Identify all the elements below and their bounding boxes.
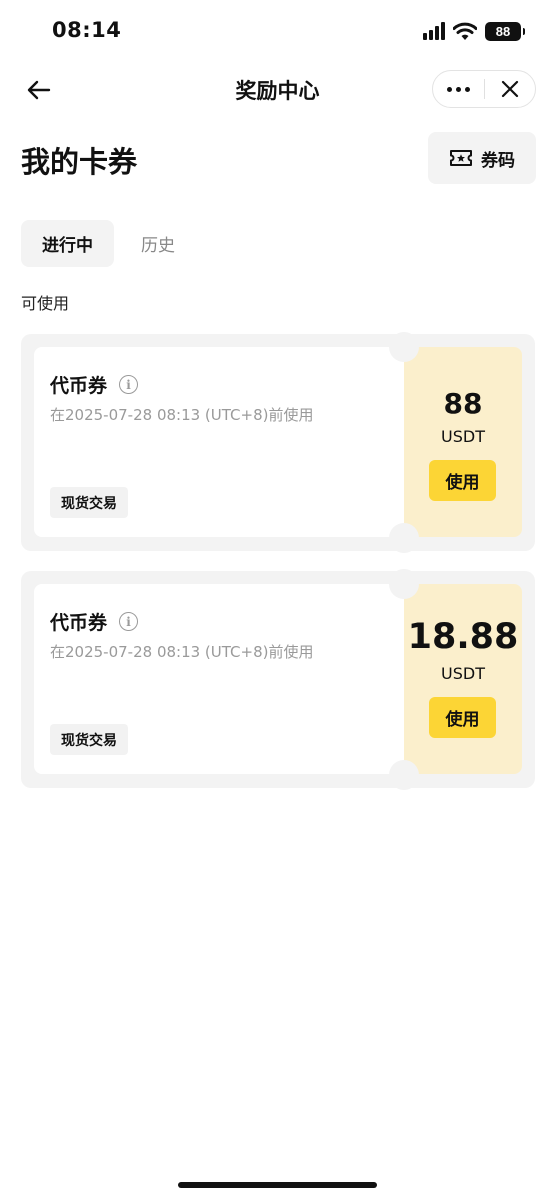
close-button[interactable]	[484, 71, 535, 107]
coupon-details: 代币券 i 在2025-07-28 08:13 (UTC+8)前使用 现货交易	[34, 347, 404, 537]
tab-history[interactable]: 历史	[126, 220, 190, 267]
status-time: 08:14	[52, 18, 122, 42]
coupon-unit: USDT	[441, 427, 485, 446]
coupon-unit: USDT	[441, 664, 485, 683]
signal-icon	[423, 22, 445, 40]
coupon-card: 代币券 i 在2025-07-28 08:13 (UTC+8)前使用 现货交易 …	[21, 332, 535, 553]
mini-program-capsule	[432, 70, 536, 108]
status-bar: 08:14 88	[0, 0, 555, 64]
coupon-tag: 现货交易	[50, 724, 128, 755]
coupon-code-label: 券码	[481, 150, 515, 171]
battery-icon: 88	[485, 21, 525, 41]
coupon-code-button[interactable]: 券码	[428, 132, 536, 184]
info-icon[interactable]: i	[119, 612, 139, 631]
ticket-icon	[450, 150, 472, 166]
coupon-notch	[389, 332, 419, 362]
coupon-notch	[389, 760, 419, 790]
coupon-details: 代币券 i 在2025-07-28 08:13 (UTC+8)前使用 现货交易	[34, 584, 404, 774]
coupon-tag: 现货交易	[50, 487, 128, 518]
coupon-name-row: 代币券 i	[50, 608, 139, 635]
status-icons: 88	[423, 20, 525, 42]
home-indicator	[178, 1182, 377, 1188]
coupon-name-row: 代币券 i	[50, 371, 139, 398]
use-button[interactable]: 使用	[429, 460, 496, 501]
coupon-name: 代币券	[50, 375, 108, 397]
coupon-notch	[389, 569, 419, 599]
header: 奖励中心	[0, 64, 555, 116]
coupon-amount: 18.88	[407, 617, 519, 657]
page-title: 我的卡券	[21, 145, 138, 179]
coupon-notch	[389, 523, 419, 553]
coupon-expiry: 在2025-07-28 08:13 (UTC+8)前使用	[50, 406, 314, 424]
coupon-name: 代币券	[50, 612, 108, 634]
more-icon	[446, 86, 470, 92]
coupon-card: 代币券 i 在2025-07-28 08:13 (UTC+8)前使用 现货交易 …	[21, 569, 535, 790]
coupon-expiry: 在2025-07-28 08:13 (UTC+8)前使用	[50, 643, 314, 661]
coupon-stub: 88 USDT 使用	[404, 347, 522, 537]
more-button[interactable]	[433, 71, 484, 107]
close-icon	[501, 80, 518, 98]
coupon-stub: 18.88 USDT 使用	[404, 584, 522, 774]
tab-in-progress[interactable]: 进行中	[21, 220, 114, 267]
wifi-icon	[453, 22, 477, 40]
info-icon[interactable]: i	[119, 375, 139, 394]
use-button[interactable]: 使用	[429, 697, 496, 738]
coupon-amount: 88	[443, 387, 483, 420]
section-label: 可使用	[21, 294, 70, 313]
